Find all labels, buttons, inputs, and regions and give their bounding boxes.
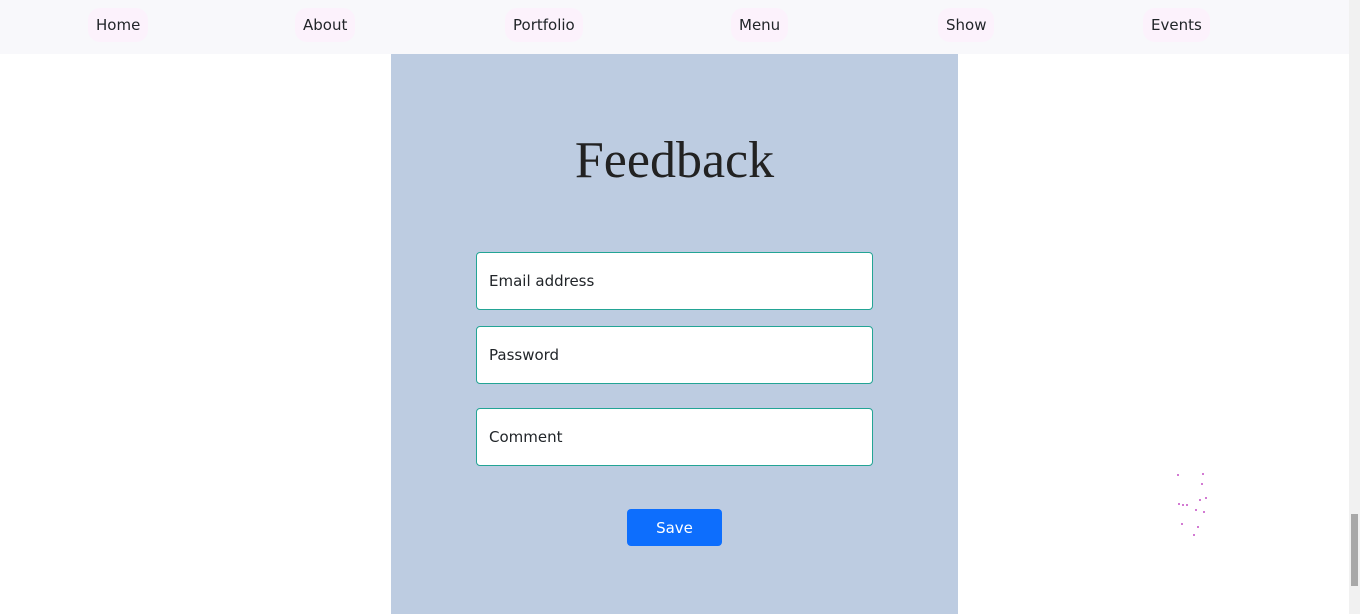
nav-home-link[interactable]: Home <box>88 8 149 42</box>
nav-menu-link[interactable]: Menu <box>731 8 789 42</box>
nav-portfolio-link[interactable]: Portfolio <box>505 8 583 42</box>
scrollbar-thumb[interactable] <box>1351 514 1358 586</box>
decorative-specks <box>1175 471 1209 537</box>
feedback-panel: Feedback Save <box>391 54 958 614</box>
email-input[interactable] <box>476 252 873 310</box>
password-input[interactable] <box>476 326 873 384</box>
page-scrollbar[interactable] <box>1349 0 1360 614</box>
save-button[interactable]: Save <box>627 509 722 546</box>
comment-input[interactable] <box>476 408 873 466</box>
nav-about-link[interactable]: About <box>295 8 356 42</box>
feedback-title: Feedback <box>574 132 775 189</box>
nav-events-link[interactable]: Events <box>1143 8 1210 42</box>
nav-show-link[interactable]: Show <box>938 8 995 42</box>
top-navbar: Home About Portfolio Menu Show Events <box>0 0 1349 54</box>
